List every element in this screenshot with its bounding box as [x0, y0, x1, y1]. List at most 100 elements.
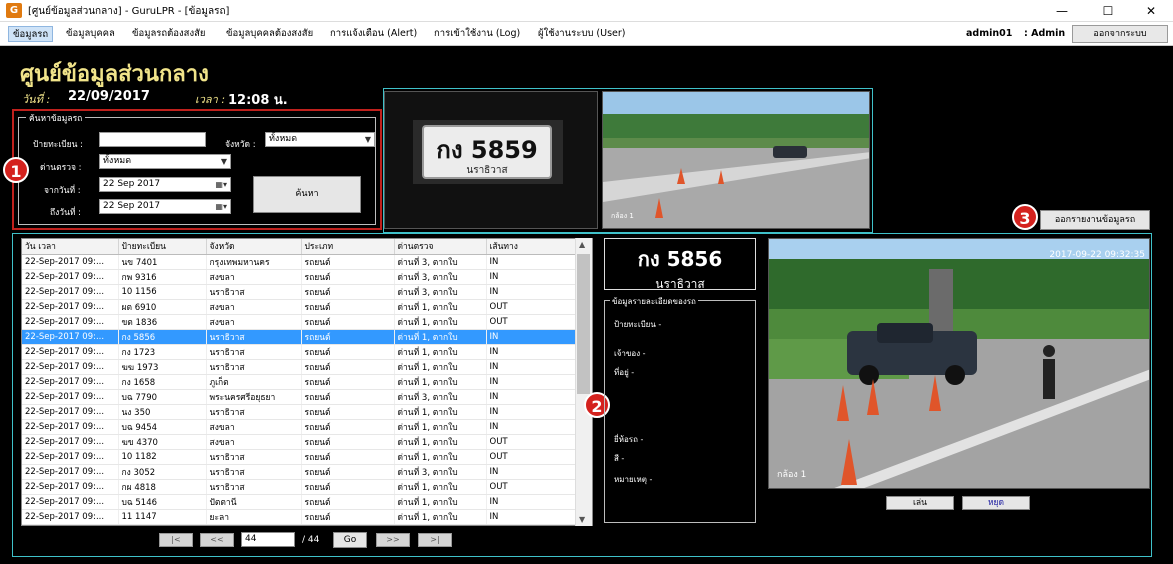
go-button[interactable]: Go — [333, 532, 367, 548]
table-row[interactable]: 22-Sep-2017 09:... 10 1182 นราธิวาส รถยนต์ด… — [22, 449, 577, 465]
table-row[interactable]: 22-Sep-2017 09:... กง 3052 นราธิวาส รถยนต์ด… — [22, 464, 577, 480]
pager-last-button[interactable]: >| — [418, 533, 452, 547]
col-header-province[interactable]: จังหวัด — [206, 239, 302, 255]
cell-province: นราธิวาส — [206, 479, 302, 495]
logout-button[interactable]: ออกจากระบบ — [1072, 25, 1168, 43]
menu-log[interactable]: การเข้าใช้งาน (Log) — [430, 26, 524, 42]
cell-province: พระนครศรีอยุธยา — [206, 389, 302, 405]
pager-prev-button[interactable]: << — [200, 533, 234, 547]
cell-plate: ผต 6910 — [118, 299, 207, 315]
col-header-datetime[interactable]: วัน เวลา — [22, 239, 119, 255]
camera-timestamp: 2017-09-22 09:32:35 — [1049, 250, 1145, 260]
cell-checkpoint: ด่านที่ 3, ตากใบ — [394, 464, 487, 480]
date-label: วันที่ : — [22, 93, 51, 106]
stop-button[interactable]: หยุด — [962, 496, 1030, 510]
province-select[interactable]: ทั้งหมด ▼ — [265, 132, 375, 147]
cell-direction: IN — [486, 509, 577, 525]
maximize-button[interactable]: ☐ — [1086, 0, 1130, 22]
cell-direction: IN — [486, 389, 577, 405]
plate-input[interactable] — [99, 132, 206, 147]
from-date-picker[interactable]: 22 Sep 2017 ▦▾ — [99, 177, 231, 192]
search-button[interactable]: ค้นหา — [253, 176, 361, 213]
cell-direction: IN — [486, 494, 577, 510]
cell-type: รถยนต์ — [301, 494, 395, 510]
scene-graphic: กล้อง 1 — [603, 92, 869, 228]
menu-user[interactable]: ผู้ใช้งานระบบ (User) — [534, 26, 629, 42]
table-row[interactable]: 22-Sep-2017 09:... บฉ 5146 ปัตตานี รถยนต์ ด่… — [22, 494, 577, 510]
menu-vehicle-data[interactable]: ข้อมูลรถ — [8, 26, 54, 42]
table-row[interactable]: 22-Sep-2017 09:... กง 5856 นราธิวาส รถยนต์ด… — [22, 329, 577, 345]
export-report-button[interactable]: ออกรายงานข้อมูลรถ — [1040, 210, 1150, 230]
detail-owner: เจ้าของ - — [614, 349, 646, 358]
cell-province: นราธิวาส — [206, 464, 302, 480]
table-row[interactable]: 22-Sep-2017 09:... ผต 6910 สงขลา รถยนต์ ด่าน… — [22, 299, 577, 315]
cell-checkpoint: ด่านที่ 1, ตากใบ — [394, 299, 487, 315]
cell-direction: OUT — [486, 449, 577, 465]
from-date-label: จากวันที่ : — [44, 186, 81, 196]
cell-type: รถยนต์ — [301, 359, 395, 375]
pager-first-button[interactable]: |< — [159, 533, 193, 547]
cell-checkpoint: ด่านที่ 3, ตากใบ — [394, 254, 487, 270]
menu-alert[interactable]: การแจ้งเตือน (Alert) — [326, 26, 421, 42]
page-number-input[interactable]: 44 — [241, 532, 295, 547]
table-row[interactable]: 22-Sep-2017 09:... 11 1147 ยะลา รถยนต์ ด่านท… — [22, 509, 577, 525]
cell-checkpoint: ด่านที่ 1, ตากใบ — [394, 329, 487, 345]
table-row[interactable]: 22-Sep-2017 09:... ขต 1836 สงขลา รถยนต์ ด่าน… — [22, 314, 577, 330]
table-row[interactable]: 22-Sep-2017 09:... บฉ 7790 พระนครศรีอยุธยา… — [22, 389, 577, 405]
cell-province: นราธิวาส — [206, 329, 302, 345]
cell-province: สงขลา — [206, 314, 302, 330]
close-button[interactable]: ✕ — [1129, 0, 1173, 22]
cell-plate: กง 5856 — [118, 329, 207, 345]
cell-type: รถยนต์ — [301, 404, 395, 420]
table-row[interactable]: 22-Sep-2017 09:... กพ 9316 สงขลา รถยนต์ ด่าน… — [22, 269, 577, 285]
cell-province: นราธิวาส — [206, 449, 302, 465]
scene-camera-image: กล้อง 1 — [602, 91, 870, 229]
to-date-picker[interactable]: 22 Sep 2017 ▦▾ — [99, 199, 231, 214]
cell-type: รถยนต์ — [301, 449, 395, 465]
cell-province: สงขลา — [206, 269, 302, 285]
col-header-direction[interactable]: เส้นทาง — [486, 239, 577, 255]
table-row[interactable]: 22-Sep-2017 09:... กง 1723 นราธิวาส รถยนต์ด… — [22, 344, 577, 360]
cell-type: รถยนต์ — [301, 299, 395, 315]
minimize-button[interactable]: — — [1040, 0, 1084, 22]
cell-plate: ฆฆ 1973 — [118, 359, 207, 375]
cell-direction: IN — [486, 284, 577, 300]
checkpoint-select[interactable]: ทั้งหมด ▼ — [99, 154, 231, 169]
table-row[interactable]: 22-Sep-2017 09:... บฉ 9454 สงขลา รถยนต์ ด่าน… — [22, 419, 577, 435]
scroll-up-icon[interactable]: ▲ — [579, 240, 585, 249]
cell-province: นราธิวาส — [206, 344, 302, 360]
cell-province: นราธิวาส — [206, 404, 302, 420]
scrollbar-thumb[interactable] — [577, 254, 590, 394]
play-button[interactable]: เล่น — [886, 496, 954, 510]
cell-direction: OUT — [486, 299, 577, 315]
cell-direction: IN — [486, 269, 577, 285]
cell-type: รถยนต์ — [301, 479, 395, 495]
table-row[interactable]: 22-Sep-2017 09:... กง 1658 ภูเก็ต รถยนต์ ด่า… — [22, 374, 577, 390]
menu-suspect-vehicles[interactable]: ข้อมูลรถต้องสงสัย — [128, 26, 209, 42]
col-header-checkpoint[interactable]: ด่านตรวจ — [394, 239, 487, 255]
province-label: จังหวัด : — [225, 140, 256, 150]
menu-person-data[interactable]: ข้อมูลบุคคล — [62, 26, 119, 42]
cell-direction: IN — [486, 374, 577, 390]
table-row[interactable]: 22-Sep-2017 09:... นข 7401 กรุงเทพมหานคร รถ… — [22, 254, 577, 270]
detail-color: สี - — [614, 454, 625, 463]
table-row[interactable]: 22-Sep-2017 09:... นง 350 นราธิวาส รถยนต์ ด่… — [22, 404, 577, 420]
table-row[interactable]: 22-Sep-2017 09:... 10 1156 นราธิวาส รถยนต์ด… — [22, 284, 577, 300]
main-camera-label: กล้อง 1 — [777, 469, 806, 480]
pager-next-button[interactable]: >> — [376, 533, 410, 547]
col-header-type[interactable]: ประเภท — [301, 239, 395, 255]
cell-plate: บฉ 9454 — [118, 419, 207, 435]
cell-checkpoint: ด่านที่ 3, ตากใบ — [394, 284, 487, 300]
table-row[interactable]: 22-Sep-2017 09:... ฆข 4370 สงขลา รถยนต์ ด่าน… — [22, 434, 577, 450]
scroll-down-icon[interactable]: ▼ — [579, 515, 585, 524]
page-total: / 44 — [302, 535, 320, 545]
to-date-label: ถึงวันที่ : — [50, 208, 82, 218]
col-header-plate[interactable]: ป้ายทะเบียน — [118, 239, 207, 255]
table-row[interactable]: 22-Sep-2017 09:... กผ 4818 นราธิวาส รถยนต์ด… — [22, 479, 577, 495]
chevron-down-icon: ▼ — [220, 157, 227, 166]
table-row[interactable]: 22-Sep-2017 09:... ฆฆ 1973 นราธิวาส รถยนต์ด… — [22, 359, 577, 375]
cell-datetime: 22-Sep-2017 09:... — [22, 434, 119, 450]
cell-datetime: 22-Sep-2017 09:... — [22, 509, 119, 525]
cell-checkpoint: ด่านที่ 1, ตากใบ — [394, 479, 487, 495]
menu-suspect-persons[interactable]: ข้อมูลบุคคลต้องสงสัย — [222, 26, 317, 42]
